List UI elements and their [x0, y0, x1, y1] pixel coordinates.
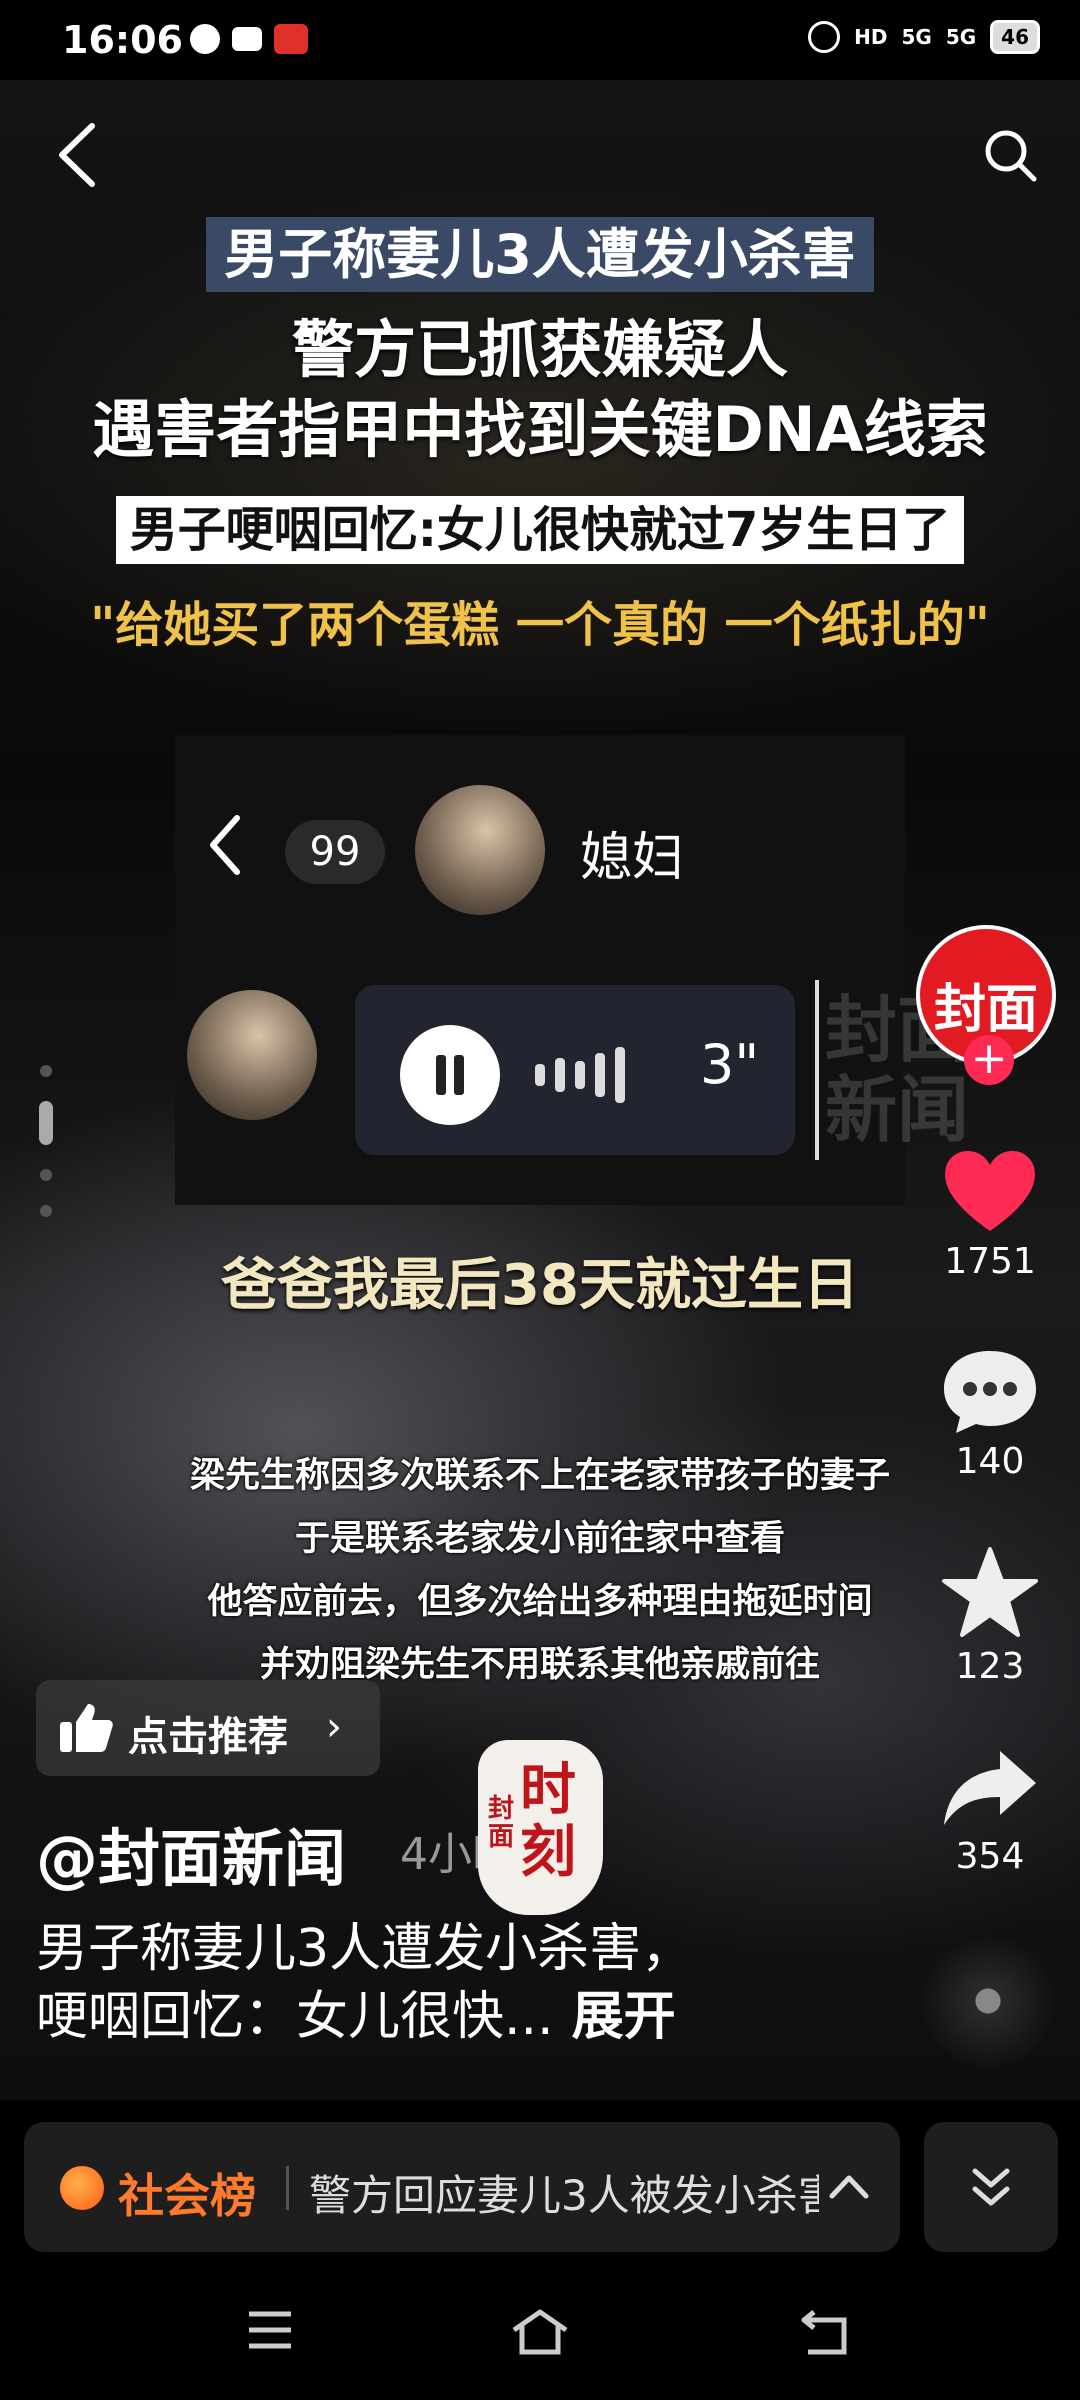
headline-banner-3: 男子哽咽回忆:女儿很快就过7岁生日了	[0, 490, 1080, 564]
post-description[interactable]: 男子称妻儿3人遭发小杀害， 哽咽回忆：女儿很快... 展开	[36, 1915, 693, 2051]
divider	[286, 2166, 289, 2210]
system-nav-bar	[0, 2260, 1080, 2400]
music-disc-icon[interactable]	[922, 1935, 1054, 2067]
creator-stamp: 封面 时刻	[478, 1740, 603, 1915]
fire-icon	[60, 2166, 104, 2210]
headline-banner-1: 男子称妻儿3人遭发小杀害	[0, 210, 1080, 292]
top-nav	[0, 110, 1080, 200]
hot-list-title: 警方回应妻儿3人被发小杀害	[309, 2171, 819, 2220]
back-icon[interactable]	[50, 120, 110, 190]
home-icon[interactable]	[510, 2308, 570, 2356]
recommend-label: 点击推荐	[128, 1714, 288, 1760]
status-time: 16:06	[62, 18, 183, 62]
red-app-notification-icon	[274, 24, 308, 54]
status-bar: 16:06 HD 5G 5G 46	[0, 0, 1080, 80]
notification-icons	[190, 24, 308, 54]
headline-quote: "给她买了两个蛋糕 一个真的 一个纸扎的"	[90, 597, 990, 653]
author-name[interactable]: @封面新闻	[36, 1808, 346, 1898]
contact-avatar	[415, 785, 545, 915]
voice-caption: 爸爸我最后38天就过生日	[221, 1253, 859, 1318]
subtitles: 梁先生称因多次联系不上在老家带孩子的妻子 于是联系老家发小前往家中查看 他答应前…	[0, 1445, 1080, 1697]
subtitle-line: 于是联系老家发小前往家中查看	[294, 1519, 785, 1559]
book-notification-icon	[232, 27, 262, 51]
hot-list-bar[interactable]: 社会榜 警方回应妻儿3人被发小杀害	[24, 2122, 900, 2252]
favorite-count: 123	[955, 1646, 1025, 1687]
hd-label: HD	[854, 25, 888, 49]
voice-message: 3"	[355, 980, 819, 1160]
share-count: 354	[955, 1836, 1025, 1877]
chat-screenshot: 99 媳妇 3"	[175, 735, 905, 1205]
back-nav-icon[interactable]	[800, 2308, 850, 2356]
playhead	[815, 980, 819, 1160]
chevron-up-icon[interactable]	[824, 2162, 874, 2212]
thumbs-up-icon	[60, 1704, 113, 1752]
subtitle-line: 他答应前去，但多次给出多种理由拖延时间	[207, 1582, 873, 1622]
search-icon[interactable]	[980, 125, 1040, 185]
comment-count: 140	[955, 1441, 1025, 1482]
hot-list-tag: 社会榜	[118, 2169, 256, 2223]
status-right: HD 5G 5G 46	[808, 20, 1040, 54]
share-icon	[944, 1751, 1036, 1825]
expand-link[interactable]: 展开	[572, 1987, 676, 2047]
page-indicator	[36, 1065, 56, 1241]
sender-avatar	[187, 990, 317, 1120]
favorite-button[interactable]: 123	[925, 1545, 1055, 1687]
share-button[interactable]: 354	[925, 1745, 1055, 1877]
comment-icon	[944, 1351, 1036, 1433]
recommend-button[interactable]: 点击推荐 ›	[36, 1680, 380, 1776]
like-count: 1751	[944, 1241, 1036, 1282]
subtitle-line: 梁先生称因多次联系不上在老家带孩子的妻子	[189, 1456, 890, 1496]
alarm-icon	[808, 21, 841, 53]
double-chevron-down-icon	[972, 2168, 1010, 2206]
contact-name: 媳妇	[580, 828, 685, 888]
follow-button[interactable]: +	[964, 1035, 1014, 1085]
pause-icon	[400, 1025, 500, 1125]
headline-banner-2: 警方已抓获嫌疑人 遇害者指甲中找到关键DNA线索	[92, 313, 988, 466]
like-button[interactable]: 1751	[925, 1145, 1055, 1282]
signal-2-label: 5G	[945, 25, 977, 49]
star-icon	[942, 1547, 1038, 1637]
unread-count: 99	[285, 820, 385, 884]
chevron-right-icon: ›	[326, 1704, 342, 1750]
heart-icon	[945, 1150, 1035, 1231]
chat-back-icon	[210, 815, 240, 875]
voice-wave-icon	[535, 1045, 625, 1105]
collapse-button[interactable]	[924, 2122, 1058, 2252]
signal-1-label: 5G	[901, 25, 932, 49]
app-notification-icon	[190, 24, 220, 54]
menu-icon[interactable]	[245, 2308, 295, 2352]
battery-indicator: 46	[990, 20, 1040, 54]
voice-duration: 3"	[700, 1033, 760, 1096]
comment-button[interactable]: 140	[925, 1345, 1055, 1482]
